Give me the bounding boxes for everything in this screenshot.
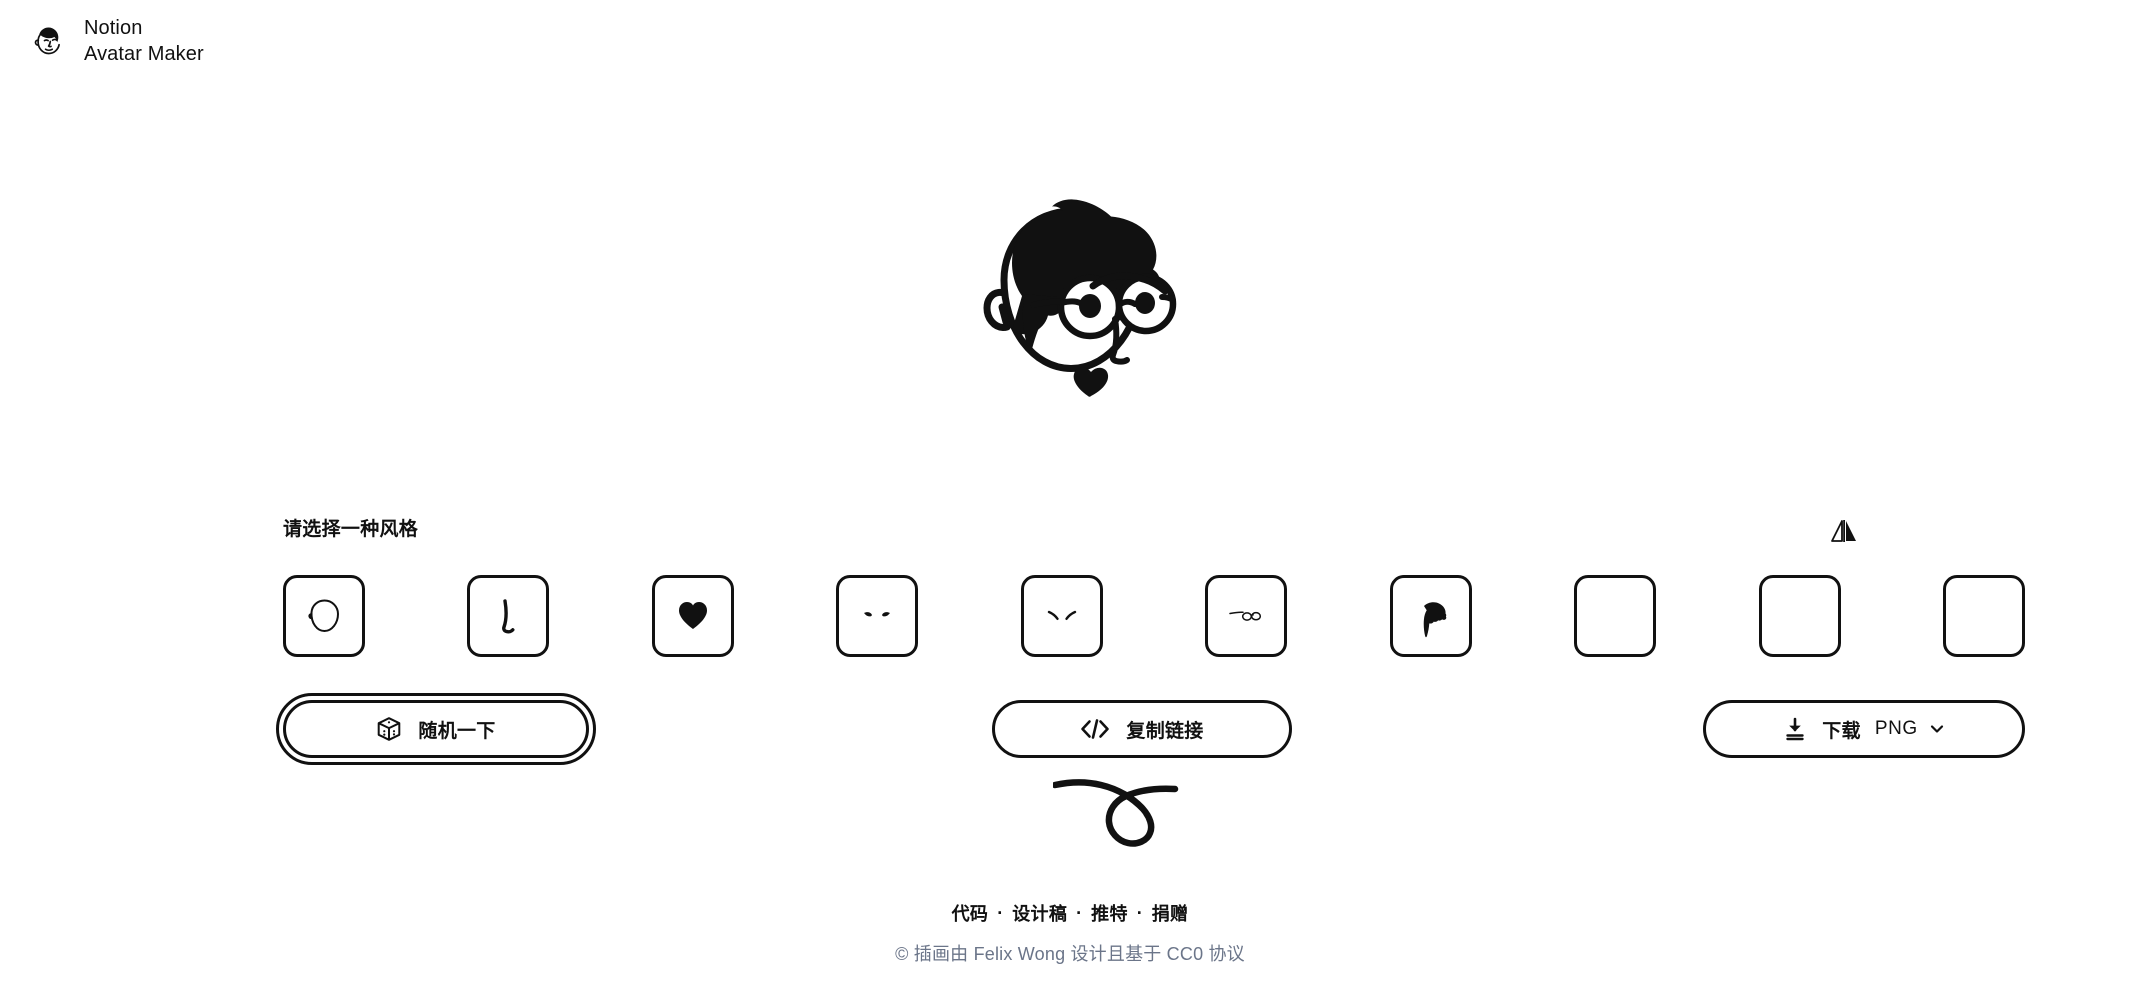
flip-horizontal-icon [1830, 519, 1858, 545]
style-cell-face[interactable] [283, 575, 365, 657]
brand-line-2: Avatar Maker [84, 42, 204, 65]
dice-icon [376, 716, 402, 742]
copy-link-button[interactable]: 复制链接 [992, 700, 1292, 758]
footer-link-twitter[interactable]: 推特 [1091, 900, 1128, 926]
style-cell-nose[interactable] [467, 575, 550, 657]
style-picker-header: 请选择一种风格 [283, 520, 1863, 565]
hair-icon [1408, 593, 1454, 639]
style-cell-mouth[interactable] [651, 575, 734, 657]
style-cell-glasses[interactable] [1205, 575, 1288, 657]
action-bar: 随机一下 复制链接 下载 PNG [276, 693, 2025, 765]
style-cell-accessories[interactable] [1574, 575, 1657, 657]
style-cell-hair[interactable] [1389, 575, 1472, 657]
footer-links: 代码 · 设计稿 · 推特 · 捐赠 [952, 900, 1189, 926]
brand-header: Notion Avatar Maker [28, 16, 204, 67]
style-cell-eyes[interactable] [836, 575, 919, 657]
avatar-preview [0, 168, 2140, 428]
copy-link-label: 复制链接 [1126, 720, 1204, 742]
footer-link-design[interactable]: 设计稿 [1012, 900, 1067, 926]
brand-line-1: Notion [84, 17, 143, 39]
loop-squiggle-doodle [1053, 770, 1217, 856]
generated-avatar-icon [947, 168, 1193, 428]
download-icon [1782, 716, 1808, 742]
randomize-label: 随机一下 [418, 720, 496, 742]
style-cell-beard[interactable] [1942, 575, 2025, 657]
flip-horizontal-button[interactable] [1822, 512, 1866, 552]
eyes-icon [854, 593, 900, 639]
nose-icon [485, 593, 531, 639]
footer-separator: · [1136, 902, 1143, 923]
footer-link-donate[interactable]: 捐赠 [1152, 900, 1189, 926]
randomize-button[interactable]: 随机一下 [276, 693, 596, 765]
style-cell-eyebrows[interactable] [1020, 575, 1103, 657]
copyright-notice: © 插画由 Felix Wong 设计且基于 CC0 协议 [895, 944, 1245, 964]
picker-label: 请选择一种风格 [283, 519, 419, 540]
footer-link-code[interactable]: 代码 [952, 900, 989, 926]
heart-mouth-icon [670, 593, 716, 639]
footer-separator: · [1076, 902, 1083, 923]
footer-separator: · [997, 902, 1004, 923]
avatar-maker-page: Notion Avatar Maker 请选择一种风格 随机一下 复制链接 下载… [0, 0, 2140, 993]
download-format: PNG [1874, 718, 1918, 739]
download-button[interactable]: 下载 PNG [1703, 700, 2025, 758]
glasses-icon [1223, 593, 1269, 639]
eyebrows-icon [1039, 593, 1085, 639]
download-label: 下载 [1822, 720, 1861, 742]
page-footer: 代码 · 设计稿 · 推特 · 捐赠 © 插画由 Felix Wong 设计且基… [0, 900, 2140, 966]
brand-title: Notion Avatar Maker [84, 16, 204, 67]
style-button-row [283, 575, 2025, 657]
avatar-face-icon [28, 21, 70, 63]
code-brackets-icon [1080, 718, 1110, 740]
chevron-down-icon[interactable] [1928, 720, 1946, 738]
face-shape-icon [301, 593, 347, 639]
style-cell-details[interactable] [1758, 575, 1841, 657]
